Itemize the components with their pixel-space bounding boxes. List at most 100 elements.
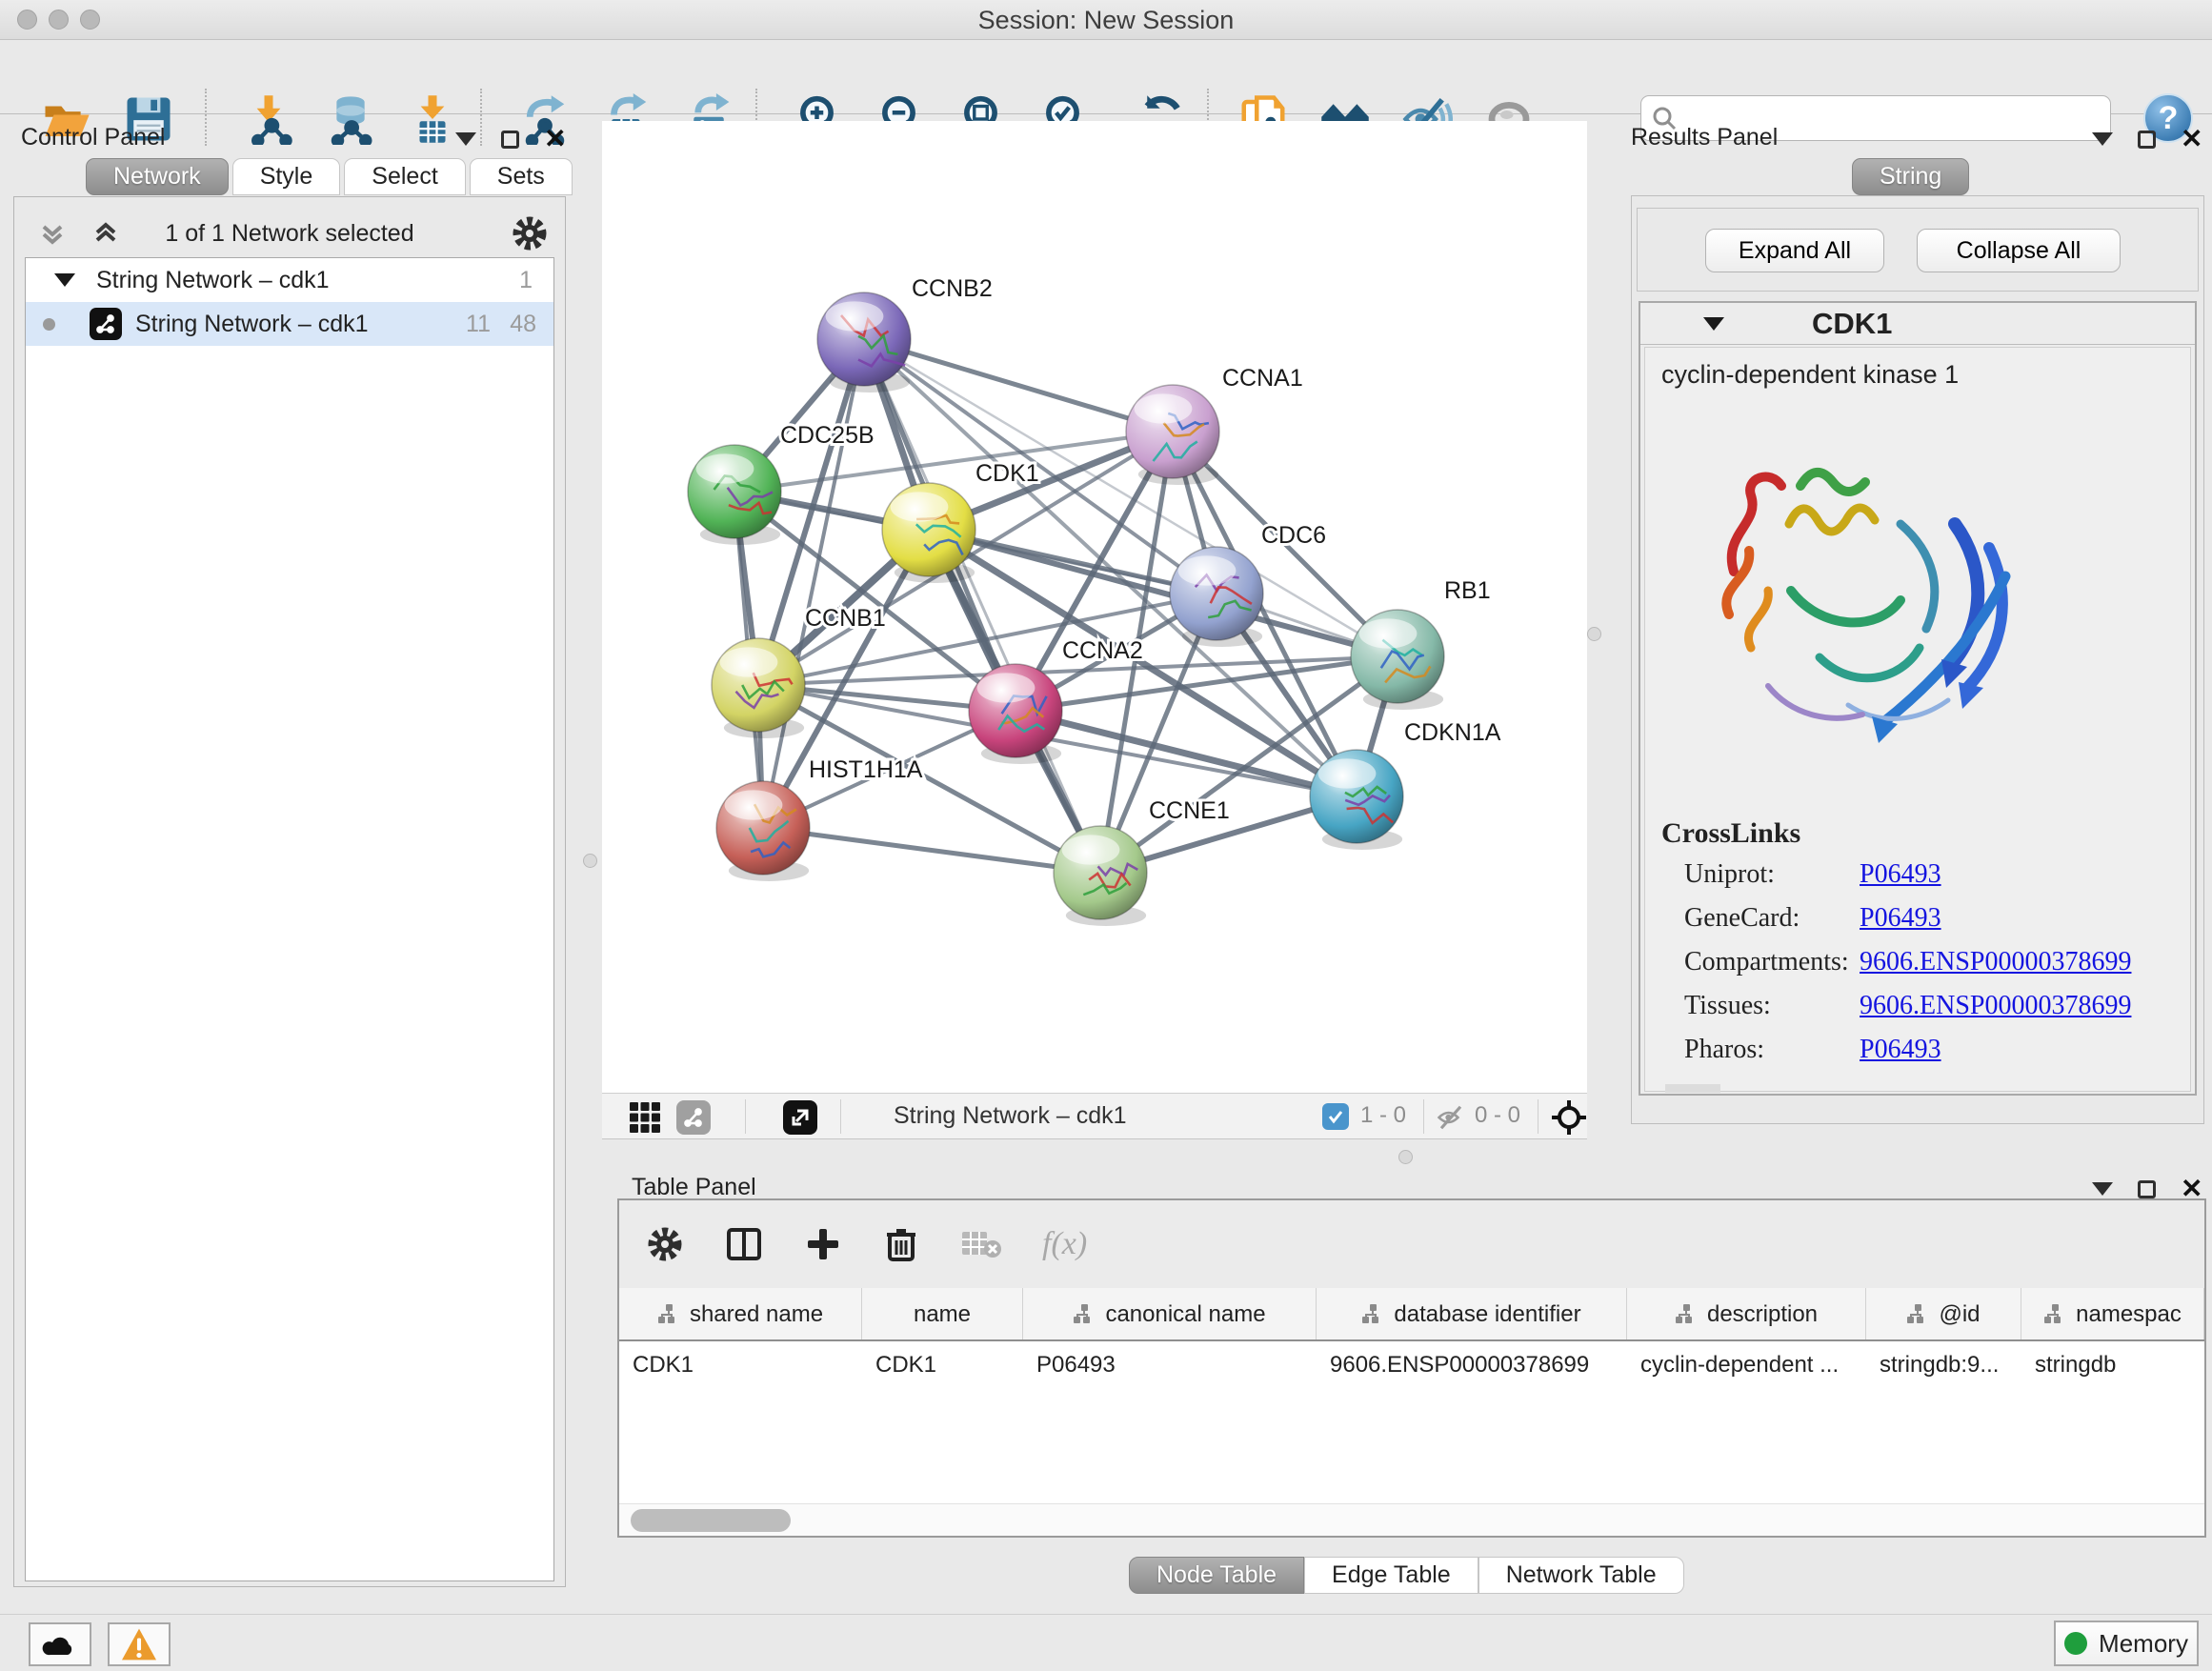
table-cell[interactable]: cyclin-dependent ... [1627,1343,1866,1387]
table-cell[interactable]: P06493 [1023,1343,1317,1387]
table-options-gear-icon[interactable] [646,1225,684,1263]
protein-structure-image [1677,410,2058,800]
table-horizontal-scrollbar[interactable] [619,1503,2204,1536]
collection-collapse-icon[interactable] [54,273,75,287]
current-network-dot [43,318,55,331]
node-CCNA2[interactable] [969,664,1062,764]
results-panel-menu-icon[interactable] [2092,132,2113,146]
delete-table-icon-disabled [960,1228,1002,1260]
table-panel-float-icon[interactable] [2138,1180,2156,1198]
control-panel-menu-icon[interactable] [455,132,476,146]
table-cell[interactable]: stringdb [2021,1343,2204,1387]
network-attribute-icon [1073,1303,1096,1326]
gene-description: cyclin-dependent kinase 1 [1661,360,1959,390]
control-panel-close-icon[interactable]: ✕ [544,130,566,149]
tab-select[interactable]: Select [344,158,465,195]
node-CDK1[interactable] [882,483,975,583]
column-header-shared-name[interactable]: shared name [619,1288,862,1341]
tab-string-results[interactable]: String [1852,158,1969,195]
horizontal-splitter-handle[interactable] [1398,1150,1413,1164]
tab-node-table[interactable]: Node Table [1129,1557,1304,1594]
column-header-database-identifier[interactable]: database identifier [1317,1288,1627,1341]
column-header-canonical-name[interactable]: canonical name [1023,1288,1317,1341]
network-attribute-icon [657,1303,680,1326]
table-cell[interactable]: 9606.ENSP00000378699 [1317,1343,1627,1387]
network-collection-row[interactable]: String Network – cdk1 1 [26,258,553,302]
selected-counts: 1 - 0 [1360,1102,1406,1129]
warning-icon [120,1627,158,1661]
control-panel-title: Control Panel [21,124,165,158]
import-table-file-button[interactable] [404,91,461,148]
gene-entry-header[interactable]: CDK1 [1640,303,2195,345]
edge-CCNB2-CCNE1[interactable] [864,339,1100,873]
table-panel-menu-icon[interactable] [2092,1182,2113,1196]
table-panel-close-icon[interactable]: ✕ [2181,1179,2202,1198]
collection-label: String Network – cdk1 [96,267,330,294]
node-label-CDC25B: CDC25B [780,422,875,449]
node-CDKN1A[interactable] [1310,750,1403,850]
column-header-description[interactable]: description [1627,1288,1866,1341]
left-splitter-handle[interactable] [583,854,597,868]
selected-items-checkbox[interactable] [1322,1103,1349,1130]
node-RB1[interactable] [1351,610,1444,710]
node-CCNA1[interactable] [1126,385,1219,485]
network-list: String Network – cdk1 1 String Network –… [25,257,554,1581]
gene-symbol: CDK1 [1812,307,1892,341]
birds-eye-view-icon[interactable] [629,1101,661,1134]
import-network-database-button[interactable] [322,91,379,148]
table-row[interactable]: CDK1CDK1P064939606.ENSP00000378699cyclin… [619,1343,2204,1387]
control-panel-float-icon[interactable] [501,131,519,149]
node-CDC25B[interactable] [688,445,781,545]
import-network-file-button[interactable] [240,91,297,148]
tab-sets[interactable]: Sets [470,158,573,195]
cloud-status-button[interactable] [29,1622,91,1666]
column-header-namespac[interactable]: namespac [2021,1288,2204,1341]
results-panel-float-icon[interactable] [2138,131,2156,149]
detach-view-icon[interactable] [783,1100,817,1135]
results-scrollbar-notch[interactable] [1665,1084,1720,1093]
memory-button[interactable]: Memory [2054,1621,2199,1666]
memory-status-dot [2064,1632,2087,1655]
show-columns-icon[interactable] [724,1224,764,1264]
crosslink-uniprot[interactable]: P06493 [1860,859,1941,890]
tab-edge-table[interactable]: Edge Table [1304,1557,1478,1594]
table-cell[interactable]: CDK1 [619,1343,862,1387]
cloud-icon [41,1630,79,1659]
expand-all-button[interactable]: Expand All [1705,229,1884,272]
edge-CCNB2-CCNA1[interactable] [864,339,1173,432]
column-label: @id [1939,1301,1980,1328]
node-CCNE1[interactable] [1054,826,1147,926]
crosslink-compartments[interactable]: 9606.ENSP00000378699 [1860,947,2131,977]
warnings-button[interactable] [108,1622,171,1666]
node-HIST1H1A[interactable] [716,781,810,881]
network-attribute-icon [2043,1303,2066,1326]
node-CDC6[interactable] [1170,547,1263,647]
table-cell[interactable]: stringdb:9... [1866,1343,2021,1387]
tab-network[interactable]: Network [86,158,229,195]
gene-collapse-icon[interactable] [1703,317,1724,331]
network-canvas[interactable]: CCNB2CCNA1CDC25BCDK1CDC6RB1CCNB1CCNA2CDK… [602,121,1587,1093]
network-options-gear-icon[interactable] [511,214,549,252]
crosslink-pharos[interactable]: P06493 [1860,1035,1941,1065]
collapse-all-button[interactable]: Collapse All [1917,229,2121,272]
tab-style[interactable]: Style [232,158,341,195]
node-count: 11 [466,311,491,338]
create-column-plus-icon[interactable] [804,1225,842,1263]
delete-column-trash-icon[interactable] [882,1225,920,1263]
scrollbar-thumb[interactable] [631,1509,791,1532]
table-cell[interactable]: CDK1 [862,1343,1023,1387]
tab-network-table[interactable]: Network Table [1478,1557,1684,1594]
column-header-name[interactable]: name [862,1288,1023,1341]
network-row-selected[interactable]: String Network – cdk1 11 48 [26,302,553,346]
right-splitter-handle[interactable] [1587,627,1601,641]
database-icon [325,93,376,145]
column-label: canonical name [1105,1301,1265,1328]
fit-selected-crosshair-icon[interactable] [1551,1099,1587,1136]
column-header--id[interactable]: @id [1866,1288,2021,1341]
results-panel-close-icon[interactable]: ✕ [2181,130,2202,149]
edge-HIST1H1A-CCNE1[interactable] [763,828,1100,873]
node-CCNB1[interactable] [712,638,805,738]
crosslink-tissues[interactable]: 9606.ENSP00000378699 [1860,991,2131,1021]
string-panel-icon[interactable] [676,1100,711,1135]
crosslink-genecard[interactable]: P06493 [1860,903,1941,934]
